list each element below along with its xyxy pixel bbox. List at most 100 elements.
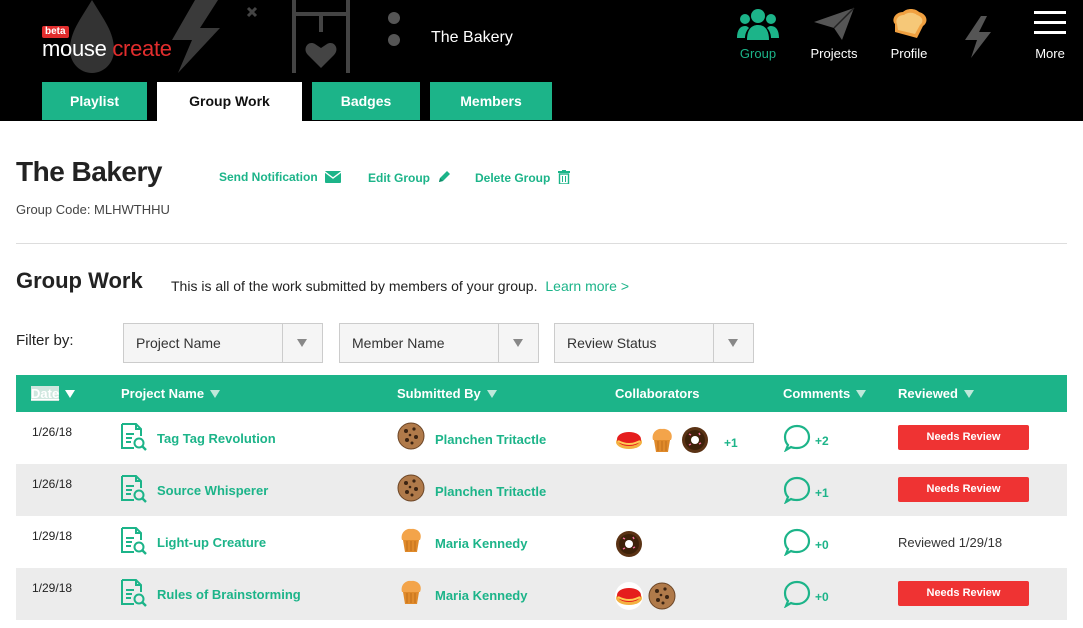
tab-members[interactable]: Members bbox=[430, 82, 552, 120]
document-search-icon[interactable] bbox=[120, 578, 148, 613]
section-title: Group Work bbox=[16, 268, 143, 293]
nav-group[interactable]: Group bbox=[733, 0, 783, 73]
table-row[interactable]: 1/29/18 Rules of Brainstorming Maria Ken… bbox=[16, 568, 1067, 620]
dropdown-button[interactable] bbox=[282, 324, 322, 362]
submission-date: 1/29/18 bbox=[32, 529, 73, 543]
submitter-name-link[interactable]: Planchen Tritactle bbox=[435, 484, 546, 499]
muffin-avatar-icon bbox=[648, 426, 676, 459]
comment-bubble-icon bbox=[783, 424, 811, 457]
collaborator-list bbox=[614, 581, 676, 616]
sort-arrow-icon bbox=[963, 390, 974, 398]
column-header-project-name-label: Project Name bbox=[121, 386, 205, 401]
nav-profile-label: Profile bbox=[890, 46, 928, 61]
send-notification-label: Send Notification bbox=[219, 170, 318, 184]
submitter-name-link[interactable]: Planchen Tritactle bbox=[435, 432, 546, 447]
table-row[interactable]: 1/26/18 Source Whisperer Planchen Tritac… bbox=[16, 464, 1067, 516]
envelope-icon bbox=[324, 171, 342, 183]
project-name-link[interactable]: Tag Tag Revolution bbox=[157, 431, 276, 446]
submitter-name-link[interactable]: Maria Kennedy bbox=[435, 588, 527, 603]
column-header-submitted-by[interactable]: Submitted By bbox=[397, 386, 497, 401]
comments-button[interactable]: +1 bbox=[783, 476, 829, 509]
project-name-link[interactable]: Rules of Brainstorming bbox=[157, 587, 301, 602]
top-header: beta mouse create The Bakery Group Proje… bbox=[0, 0, 1083, 121]
project-name-filter[interactable]: Project Name bbox=[123, 323, 323, 363]
pie-avatar-icon bbox=[614, 581, 644, 616]
muffin-avatar-icon bbox=[397, 578, 425, 611]
pencil-icon bbox=[439, 171, 451, 182]
group-title: The Bakery bbox=[16, 156, 162, 187]
table-header: Date Project Name Submitted By Collabora… bbox=[16, 375, 1067, 412]
needs-review-button[interactable]: Needs Review bbox=[898, 477, 1029, 502]
sort-arrow-icon bbox=[486, 390, 497, 398]
project-name-filter-value: Project Name bbox=[136, 335, 221, 351]
sort-arrow-icon bbox=[210, 390, 221, 398]
more-collaborators-count[interactable]: +1 bbox=[724, 436, 738, 450]
submitter-name-link[interactable]: Maria Kennedy bbox=[435, 536, 527, 551]
filter-label: Filter by: bbox=[16, 332, 74, 349]
comments-button[interactable]: +0 bbox=[783, 580, 829, 613]
column-header-reviewed[interactable]: Reviewed bbox=[898, 386, 974, 401]
edit-group-button[interactable]: Edit Group bbox=[368, 170, 451, 185]
donut-avatar-icon bbox=[614, 529, 644, 564]
submission-date: 1/26/18 bbox=[32, 477, 73, 491]
comment-bubble-icon bbox=[783, 528, 811, 561]
submission-date: 1/26/18 bbox=[32, 425, 73, 439]
logo-word-mouse: mouse bbox=[42, 36, 107, 61]
learn-more-link[interactable]: Learn more > bbox=[545, 278, 629, 294]
group-icon bbox=[737, 9, 779, 40]
needs-review-button[interactable]: Needs Review bbox=[898, 425, 1029, 450]
member-name-filter-value: Member Name bbox=[352, 335, 445, 351]
tab-group-work[interactable]: Group Work bbox=[157, 82, 302, 121]
column-header-project-name[interactable]: Project Name bbox=[121, 386, 221, 401]
column-header-date[interactable]: Date bbox=[31, 386, 76, 401]
submission-date: 1/29/18 bbox=[32, 581, 73, 595]
comments-button[interactable]: +0 bbox=[783, 528, 829, 561]
edit-group-label: Edit Group bbox=[368, 171, 430, 185]
cookie-avatar-icon bbox=[648, 582, 676, 615]
nav-more[interactable]: More bbox=[1028, 0, 1072, 73]
toast-icon bbox=[893, 9, 927, 38]
comment-count: +0 bbox=[815, 537, 829, 552]
nav-projects[interactable]: Projects bbox=[806, 0, 862, 73]
comment-count: +1 bbox=[815, 485, 829, 500]
table-row[interactable]: 1/29/18 Light-up Creature Maria Kennedy … bbox=[16, 516, 1067, 568]
column-header-collaborators-label: Collaborators bbox=[615, 386, 700, 401]
review-status-filter[interactable]: Review Status bbox=[554, 323, 754, 363]
nav-projects-label: Projects bbox=[810, 46, 858, 61]
column-header-collaborators: Collaborators bbox=[615, 386, 700, 401]
review-status-filter-value: Review Status bbox=[567, 335, 657, 351]
nav-group-label: Group bbox=[739, 46, 777, 61]
collaborator-list bbox=[614, 529, 644, 564]
column-header-comments[interactable]: Comments bbox=[783, 386, 867, 401]
project-name-link[interactable]: Light-up Creature bbox=[157, 535, 266, 550]
cookie-avatar-icon bbox=[397, 474, 425, 507]
tab-playlist[interactable]: Playlist bbox=[42, 82, 147, 120]
comment-bubble-icon bbox=[783, 580, 811, 613]
member-name-filter[interactable]: Member Name bbox=[339, 323, 539, 363]
group-code: Group Code: MLHWTHHU bbox=[16, 202, 170, 217]
delete-group-label: Delete Group bbox=[475, 171, 551, 185]
document-search-icon[interactable] bbox=[120, 422, 148, 457]
comment-count: +0 bbox=[815, 589, 829, 604]
table-row[interactable]: 1/26/18 Tag Tag Revolution Planchen Trit… bbox=[16, 412, 1067, 464]
column-header-submitted-by-label: Submitted By bbox=[397, 386, 481, 401]
nav-profile[interactable]: Profile bbox=[884, 0, 934, 73]
dropdown-button[interactable] bbox=[498, 324, 538, 362]
send-notification-button[interactable]: Send Notification bbox=[219, 170, 342, 184]
tab-badges[interactable]: Badges bbox=[312, 82, 420, 120]
delete-group-button[interactable]: Delete Group bbox=[475, 170, 570, 185]
trash-icon bbox=[557, 170, 570, 185]
document-search-icon[interactable] bbox=[120, 474, 148, 509]
needs-review-button[interactable]: Needs Review bbox=[898, 581, 1029, 606]
dropdown-button[interactable] bbox=[713, 324, 753, 362]
comment-bubble-icon bbox=[783, 476, 811, 509]
paper-plane-icon bbox=[814, 7, 855, 40]
sort-arrow-icon bbox=[856, 390, 867, 398]
comments-button[interactable]: +2 bbox=[783, 424, 829, 457]
section-description: This is all of the work submitted by mem… bbox=[171, 278, 629, 294]
document-search-icon[interactable] bbox=[120, 526, 148, 561]
nav-more-label: More bbox=[1035, 46, 1065, 61]
site-title: The Bakery bbox=[431, 29, 513, 46]
nav-activity[interactable] bbox=[958, 0, 998, 73]
project-name-link[interactable]: Source Whisperer bbox=[157, 483, 268, 498]
